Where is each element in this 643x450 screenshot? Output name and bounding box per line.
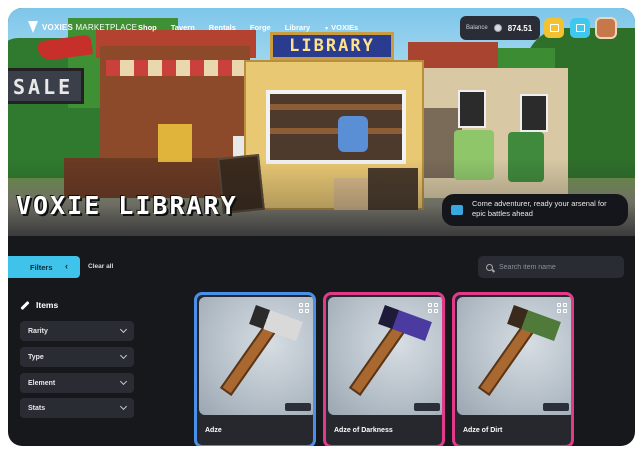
librarian-character [338,116,368,152]
item-card-adze-of-darkness[interactable]: Adze of Darkness [323,292,445,446]
yellow-character [158,124,192,162]
rarity-badge [285,403,311,411]
page-title: VOXIE LIBRARY [16,191,238,220]
item-name: Adze of Dirt [463,427,503,434]
items-heading: Items [20,300,58,310]
chevron-left-icon: ‹ [65,261,68,271]
nav-link-library[interactable]: Library [285,23,310,32]
wallet-button[interactable] [570,18,590,38]
hero-tip-bubble: Come adventurer, ready your arsenal for … [442,194,628,226]
filter-rarity-label: Rarity [28,327,48,335]
grid-icon[interactable] [299,303,311,315]
avatar[interactable] [595,17,617,39]
logo[interactable]: VOXIES MARKETPLACE [28,21,137,33]
bookshelf-top [270,104,402,110]
adze-handle [219,324,277,396]
balance-value: 874.51 [507,23,533,33]
nav-link-shop[interactable]: Shop [138,23,157,32]
adze-handle [477,324,535,396]
balance-label: Balance [466,25,488,31]
chevron-down-icon [119,377,128,386]
filter-type-label: Type [28,353,44,361]
rarity-badge [543,403,569,411]
top-nav: VOXIES MARKETPLACE Shop Tavern Rentals F… [8,8,635,46]
wallet-icon [575,24,585,32]
bookshelf-bottom [270,128,402,134]
item-card-adze-of-dirt[interactable]: Adze of Dirt [452,292,574,446]
nav-links: Shop Tavern Rentals Forge Library VOXIEs [138,23,358,32]
item-image [457,297,571,415]
coin-icon [493,24,502,32]
filter-stats-label: Stats [28,404,46,412]
voxies-logo-icon [28,21,38,33]
filter-stats[interactable]: Stats [20,398,134,418]
stall-awning [106,60,246,76]
wanted-poster-2 [520,94,548,132]
sword-icon [20,300,30,310]
grid-icon[interactable] [557,303,569,315]
sale-sign: SALE [8,68,84,104]
search-bar [478,256,624,278]
rarity-badge [414,403,440,411]
hero-tip-text: Come adventurer, ready your arsenal for … [472,199,607,218]
nav-link-voxies[interactable]: VOXIEs [324,23,358,32]
grid-icon[interactable] [428,303,440,315]
item-name: Adze [205,427,222,434]
chat-button[interactable] [544,18,564,38]
chest-icon [451,205,463,215]
chat-icon [549,24,559,32]
app-frame: SALE LIBRARY VOXIE LIBRARY Come adventur… [8,8,635,446]
item-image [199,297,313,415]
search-icon [486,263,493,271]
filter-rarity[interactable]: Rarity [20,321,134,341]
chevron-down-icon [119,402,128,411]
nav-link-forge[interactable]: Forge [250,23,271,32]
items-title: Items [36,300,59,310]
clear-all-button[interactable]: Clear all [88,263,113,270]
filter-element[interactable]: Element [20,373,134,393]
item-image [328,297,442,415]
logo-thin: MARKETPLACE [75,22,138,32]
filters-button[interactable]: Filters ‹ [8,256,80,278]
filter-type[interactable]: Type [20,347,134,367]
library-window [266,90,406,164]
nav-link-rentals[interactable]: Rentals [209,23,236,32]
search-input[interactable] [499,263,619,271]
adze-handle [348,324,406,396]
wanted-poster-1 [458,90,486,128]
balance-widget[interactable]: Balance 874.51 [460,16,540,40]
logo-bold: VOXIES [42,22,73,32]
filters-label: Filters [30,262,53,272]
chevron-down-icon [119,325,128,334]
filter-element-label: Element [28,379,56,387]
item-card-adze[interactable]: Adze [194,292,316,446]
nav-link-tavern[interactable]: Tavern [171,23,195,32]
item-name: Adze of Darkness [334,427,393,434]
chevron-down-icon [119,351,128,360]
logo-text: VOXIES MARKETPLACE [42,23,137,32]
